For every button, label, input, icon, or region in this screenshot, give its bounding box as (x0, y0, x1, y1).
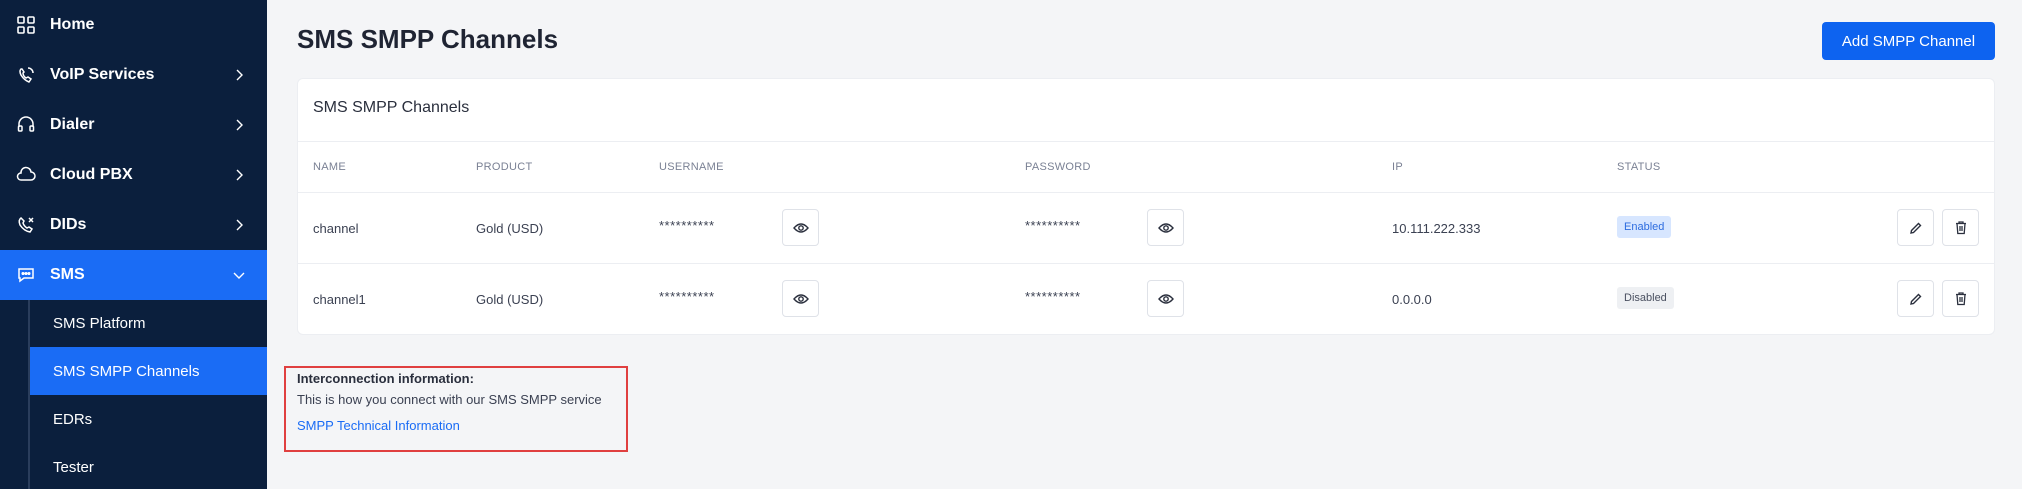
column-header-status: STATUS (1617, 161, 1661, 173)
sidebar-item-label: VoIP Services (50, 66, 155, 83)
smpp-channels-card: SMS SMPP Channels NAME PRODUCT USERNAME … (297, 78, 1995, 335)
show-username-button[interactable] (782, 209, 819, 246)
column-header-ip: IP (1392, 161, 1403, 173)
cell-name: channel (313, 221, 359, 236)
page-title: SMS SMPP Channels (297, 24, 559, 54)
eye-icon (1157, 222, 1174, 233)
sidebar-item-voip-services[interactable]: VoIP Services (0, 50, 267, 100)
edit-button[interactable] (1897, 280, 1934, 317)
eye-icon (792, 293, 809, 304)
status-badge: Disabled (1617, 287, 1674, 309)
eye-icon (792, 222, 809, 233)
cell-name: channel1 (313, 292, 366, 307)
cloud-phone-icon (16, 165, 36, 185)
cell-ip: 10.111.222.333 (1392, 221, 1481, 236)
trash-icon (1955, 221, 1966, 235)
interconnection-info-title: Interconnection information: (297, 371, 474, 386)
sidebar-item-dids[interactable]: DIDs (0, 200, 267, 250)
card-title: SMS SMPP Channels (313, 99, 470, 116)
sidebar-item-label: Cloud PBX (50, 166, 133, 183)
sidebar: Home VoIP Services Dialer Cloud PBX DIDs (0, 0, 267, 489)
sidebar-item-label: Dialer (50, 116, 95, 133)
phone-icon (16, 215, 36, 235)
column-header-product: PRODUCT (476, 161, 533, 173)
chevron-right-icon (236, 219, 243, 231)
pencil-icon (1909, 222, 1921, 234)
sidebar-subitem-edrs[interactable]: EDRs (30, 395, 267, 443)
delete-button[interactable] (1942, 209, 1979, 246)
sidebar-subitem-sms-smpp-channels[interactable]: SMS SMPP Channels (30, 347, 267, 395)
smpp-technical-information-link[interactable]: SMPP Technical Information (297, 418, 460, 433)
pencil-icon (1909, 293, 1921, 305)
chevron-down-icon (233, 272, 245, 279)
sidebar-item-sms[interactable]: SMS (0, 250, 267, 300)
chevron-right-icon (236, 169, 243, 181)
sidebar-subitem-tester[interactable]: Tester (30, 443, 267, 489)
headset-icon (16, 115, 36, 135)
cell-username: ********** (659, 289, 715, 304)
divider (298, 263, 1994, 264)
interconnection-info-text: This is how you connect with our SMS SMP… (297, 392, 602, 407)
cell-username: ********** (659, 218, 715, 233)
divider (298, 192, 1994, 193)
column-header-username: USERNAME (659, 161, 724, 173)
edit-button[interactable] (1897, 209, 1934, 246)
chevron-right-icon (236, 69, 243, 81)
sms-icon (16, 265, 36, 285)
cell-password: ********** (1025, 289, 1081, 304)
show-username-button[interactable] (782, 280, 819, 317)
sidebar-item-dialer[interactable]: Dialer (0, 100, 267, 150)
voip-icon (16, 65, 36, 85)
cell-product: Gold (USD) (476, 292, 544, 307)
chevron-right-icon (236, 119, 243, 131)
trash-icon (1955, 292, 1966, 306)
cell-ip: 0.0.0.0 (1392, 292, 1432, 307)
sidebar-item-label: DIDs (50, 216, 87, 233)
sidebar-item-cloud-pbx[interactable]: Cloud PBX (0, 150, 267, 200)
cell-password: ********** (1025, 218, 1081, 233)
status-badge: Enabled (1617, 216, 1672, 238)
sidebar-item-label: Home (50, 16, 95, 33)
column-header-name: NAME (313, 161, 346, 173)
grid-icon (16, 15, 36, 35)
column-header-password: PASSWORD (1025, 161, 1091, 173)
divider (298, 141, 1994, 142)
show-password-button[interactable] (1147, 280, 1184, 317)
sidebar-item-home[interactable]: Home (0, 0, 267, 50)
show-password-button[interactable] (1147, 209, 1184, 246)
sidebar-item-label: SMS (50, 266, 85, 283)
delete-button[interactable] (1942, 280, 1979, 317)
eye-icon (1157, 293, 1174, 304)
add-smpp-channel-button[interactable]: Add SMPP Channel (1822, 22, 1995, 60)
sidebar-subitem-sms-platform[interactable]: SMS Platform (30, 299, 267, 347)
cell-product: Gold (USD) (476, 221, 544, 236)
